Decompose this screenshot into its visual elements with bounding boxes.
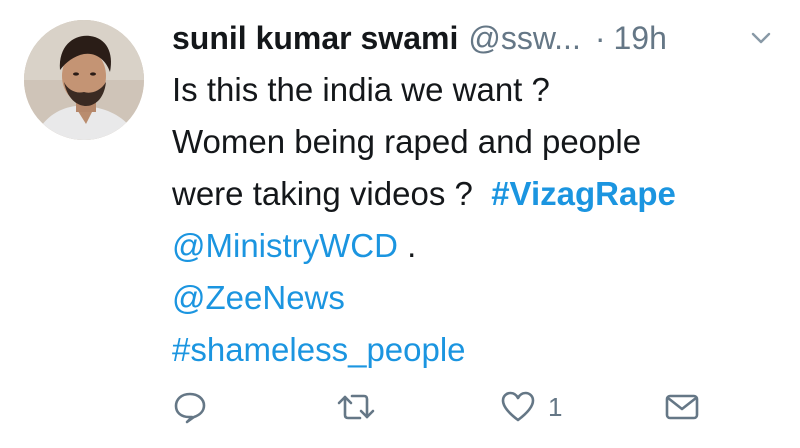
mention-zeenews[interactable]: @ZeeNews xyxy=(172,279,345,316)
tweet-line-1: Is this the india we want ? xyxy=(172,71,550,108)
heart-icon xyxy=(501,391,535,422)
avatar-image xyxy=(24,20,144,140)
tweet-line-6: #shameless_people xyxy=(172,324,782,376)
like-count: 1 xyxy=(548,391,563,422)
retweet-button[interactable] xyxy=(336,385,376,429)
tweet-card: sunil kumar swami @ssw... · 19h Is this … xyxy=(0,0,800,448)
separator-dot: · xyxy=(594,19,606,56)
tweet-line-4-text: . xyxy=(397,227,417,264)
tweet-menu-chevron-icon[interactable] xyxy=(750,30,772,46)
tweet-line-2: Women being raped and people xyxy=(172,123,642,160)
reply-bubble-icon xyxy=(174,392,206,424)
direct-message-button[interactable] xyxy=(664,385,700,429)
envelope-icon xyxy=(665,394,699,420)
tweet-actions: 1 xyxy=(172,385,732,429)
mention-ministrywcd[interactable]: @MinistryWCD xyxy=(172,227,398,264)
tweet-line-3: were taking videos ? #VizagRape xyxy=(172,168,782,220)
tweet-text: Is this the india we want ? Women being … xyxy=(172,64,782,376)
author-handle[interactable]: @ssw... xyxy=(468,20,581,57)
retweet-icon xyxy=(337,394,375,420)
hashtag-vizagrape[interactable]: #VizagRape xyxy=(491,175,676,212)
author-name[interactable]: sunil kumar swami xyxy=(172,20,458,57)
avatar[interactable] xyxy=(24,20,144,140)
tweet-line-4: @MinistryWCD . xyxy=(172,220,782,272)
like-button[interactable]: 1 xyxy=(500,385,562,429)
tweet-timestamp[interactable]: 19h xyxy=(613,20,666,57)
tweet-line-3-text: were taking videos ? xyxy=(172,175,473,212)
tweet-line-5: @ZeeNews xyxy=(172,272,782,324)
reply-button[interactable] xyxy=(172,385,208,429)
tweet-header: sunil kumar swami @ssw... · 19h xyxy=(172,14,667,62)
hashtag-shameless-people[interactable]: #shameless_people xyxy=(172,331,466,368)
